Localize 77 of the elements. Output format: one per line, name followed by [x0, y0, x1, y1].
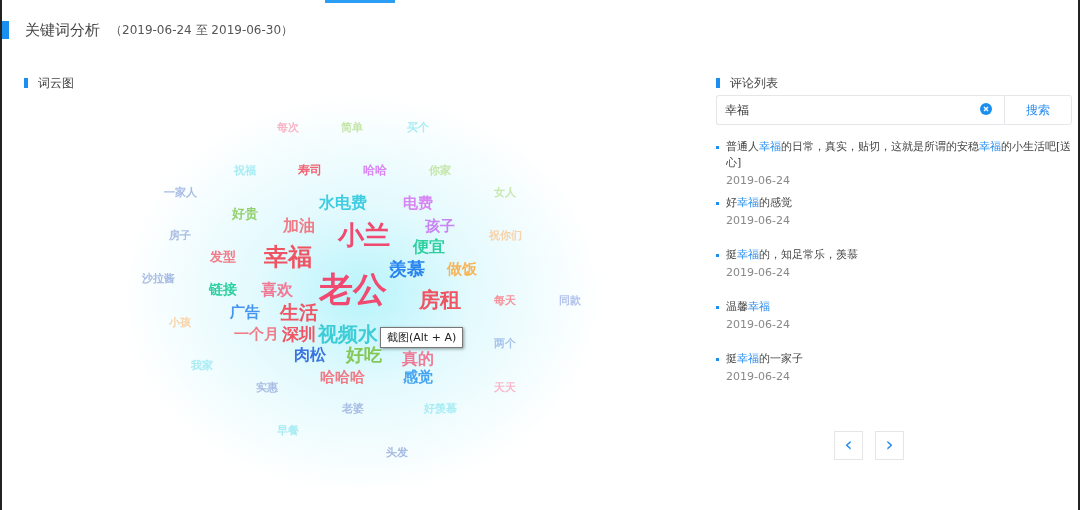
bullet-icon: [716, 202, 719, 205]
comment-date: 2019-06-24: [726, 266, 791, 279]
cloud-word: 同款: [559, 294, 581, 308]
title-marker: [2, 21, 9, 39]
cloud-word: 你家: [429, 164, 451, 178]
cloud-word: 好贵: [232, 206, 258, 222]
cloud-word: 喜欢: [261, 281, 293, 299]
comment-text: 挺幸福的一家子: [726, 351, 803, 367]
cloud-word: 小孩: [169, 316, 191, 330]
cloud-word: 电费: [403, 194, 433, 212]
tooltip: 截图(Alt + A): [380, 327, 464, 348]
section-title: 词云图: [38, 74, 74, 92]
cloud-word: 深圳: [282, 324, 316, 344]
cloud-word: 一个月: [233, 325, 279, 343]
cloud-word: 沙拉酱: [141, 272, 175, 286]
cloud-word: 水电费: [319, 194, 367, 212]
cloud-word: 天天: [494, 381, 516, 395]
cloud-word: 哈哈哈: [319, 368, 365, 386]
cloud-word: 买个: [407, 121, 429, 135]
cloud-word: 加油: [283, 217, 315, 235]
page-title: 关键词分析: [25, 20, 100, 40]
cloud-word: 我家: [191, 359, 213, 373]
cloud-word: 老公: [319, 271, 387, 309]
cloud-word: 肉松: [294, 346, 326, 364]
comment-text: 挺幸福的，知足常乐，羡慕: [726, 247, 858, 263]
active-tab-indicator: [325, 0, 395, 3]
cloud-word: 祝你们: [488, 229, 522, 243]
cloud-word: 真的: [402, 350, 434, 368]
cloud-word: 好吃: [346, 345, 382, 365]
search-field[interactable]: 幸福: [716, 95, 1004, 125]
comment-date: 2019-06-24: [726, 318, 791, 331]
cloud-word: 一家人: [163, 186, 197, 200]
cloud-word: 哈哈: [363, 164, 387, 178]
cloud-word: 女人: [494, 186, 516, 200]
cloud-word: 两个: [494, 337, 516, 351]
section-marker: [24, 78, 28, 88]
previous-page-button[interactable]: ‹: [834, 431, 863, 460]
date-range: （2019-06-24 至 2019-06-30）: [110, 21, 294, 39]
cloud-word: 视频水: [318, 323, 378, 345]
comment-date: 2019-06-24: [726, 174, 791, 187]
cloud-word: 发型: [210, 249, 236, 265]
cloud-word: 头发: [386, 446, 408, 460]
cloud-word: 房子: [169, 229, 191, 243]
next-page-button[interactable]: ›: [875, 431, 904, 460]
comment-text: 好幸福的感觉: [726, 195, 792, 211]
cloud-word: 幸福: [264, 243, 312, 271]
comment-date: 2019-06-24: [726, 214, 791, 227]
cloud-word: 寿司: [298, 164, 322, 178]
cloud-word: 广告: [230, 303, 260, 321]
bullet-icon: [716, 306, 719, 309]
section-title: 评论列表: [730, 74, 778, 92]
comment-text: 普通人幸福的日常，真实，贴切，这就是所谓的安稳幸福的小生活吧[送心]: [726, 139, 1072, 171]
cloud-word: 简单: [341, 121, 363, 135]
comment-date: 2019-06-24: [726, 370, 791, 383]
cloud-word: 羡慕: [389, 259, 425, 279]
bullet-icon: [716, 358, 719, 361]
bullet-icon: [716, 146, 719, 149]
cloud-word: 便宜: [413, 238, 445, 256]
cloud-word: 孩子: [425, 217, 455, 235]
search-button[interactable]: 搜索: [1004, 95, 1072, 125]
cloud-word: 祝福: [234, 164, 256, 178]
cloud-word: 好羡慕: [423, 402, 457, 416]
cloud-word: 链接: [209, 282, 237, 298]
section-marker: [716, 78, 720, 88]
cloud-word: 每天: [494, 294, 516, 308]
cloud-word: 老婆: [342, 402, 364, 416]
cloud-word: 早餐: [277, 424, 299, 438]
cloud-word: 小兰: [338, 220, 390, 250]
cloud-word: 感觉: [403, 368, 433, 386]
comment-text: 温馨幸福: [726, 299, 770, 315]
cloud-word: 每次: [277, 121, 299, 135]
bullet-icon: [716, 254, 719, 257]
cloud-word: 房租: [419, 289, 461, 313]
cloud-word: 生活: [280, 301, 318, 323]
cloud-word: 做饭: [447, 260, 477, 278]
clear-icon[interactable]: [980, 103, 992, 115]
cloud-word: 实惠: [256, 381, 278, 395]
